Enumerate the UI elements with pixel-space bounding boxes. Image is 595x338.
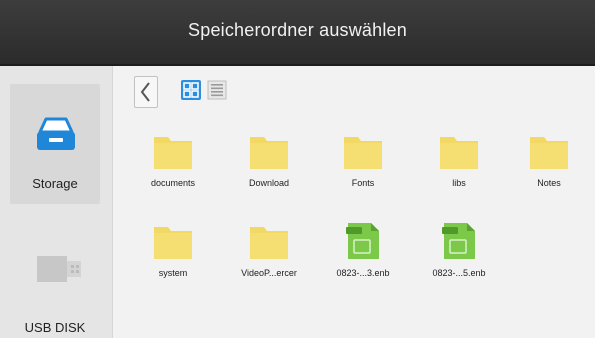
folder-icon xyxy=(530,137,568,169)
grid-view-button[interactable] xyxy=(180,79,202,101)
file-name: documents xyxy=(150,178,196,188)
sidebar-item-label: USB DISK xyxy=(24,320,86,335)
file-item-videoplayer[interactable]: VideoP...ercer xyxy=(224,222,314,302)
file-name: 0823-...5.enb xyxy=(432,268,486,278)
file-name: Fonts xyxy=(351,178,375,188)
enb-file-icon xyxy=(346,223,379,259)
storage-icon xyxy=(37,117,75,150)
folder-icon xyxy=(250,137,288,169)
enb-file-icon xyxy=(442,223,475,259)
sidebar-item-usb-disk[interactable]: USB DISK xyxy=(10,226,100,338)
chevron-left-icon xyxy=(140,82,150,102)
file-item-fonts[interactable]: Fonts xyxy=(318,132,408,212)
folder-icon xyxy=(154,227,192,259)
folder-icon xyxy=(344,137,382,169)
grid-view-icon xyxy=(181,80,201,100)
file-name: VideoP...ercer xyxy=(241,268,297,278)
storage-sidebar: Storage USB DISK xyxy=(0,66,113,338)
file-item-system[interactable]: system xyxy=(128,222,218,302)
file-item-enb-3[interactable]: 0823-...3.enb xyxy=(318,222,408,302)
file-item-notes[interactable]: Notes xyxy=(504,132,594,212)
file-item-enb-5[interactable]: 0823-...5.enb xyxy=(414,222,504,302)
sidebar-item-label: Storage xyxy=(32,176,78,191)
file-name: libs xyxy=(452,178,466,188)
sidebar-item-storage[interactable]: Storage xyxy=(10,84,100,204)
file-name: Download xyxy=(248,178,290,188)
folder-icon xyxy=(440,137,478,169)
title-bar: Speicherordner auswählen xyxy=(0,0,595,66)
back-button[interactable] xyxy=(134,76,158,108)
file-name: 0823-...3.enb xyxy=(336,268,390,278)
folder-icon xyxy=(154,137,192,169)
folder-icon xyxy=(250,227,288,259)
file-item-libs[interactable]: libs xyxy=(414,132,504,212)
file-name: Notes xyxy=(537,178,561,188)
file-item-documents[interactable]: documents xyxy=(128,132,218,212)
file-name: system xyxy=(158,268,188,278)
dialog-title: Speicherordner auswählen xyxy=(188,20,407,40)
file-item-download[interactable]: Download xyxy=(224,132,314,212)
usb-disk-icon xyxy=(37,256,81,282)
list-view-button[interactable] xyxy=(206,79,228,101)
list-view-icon xyxy=(207,80,227,100)
